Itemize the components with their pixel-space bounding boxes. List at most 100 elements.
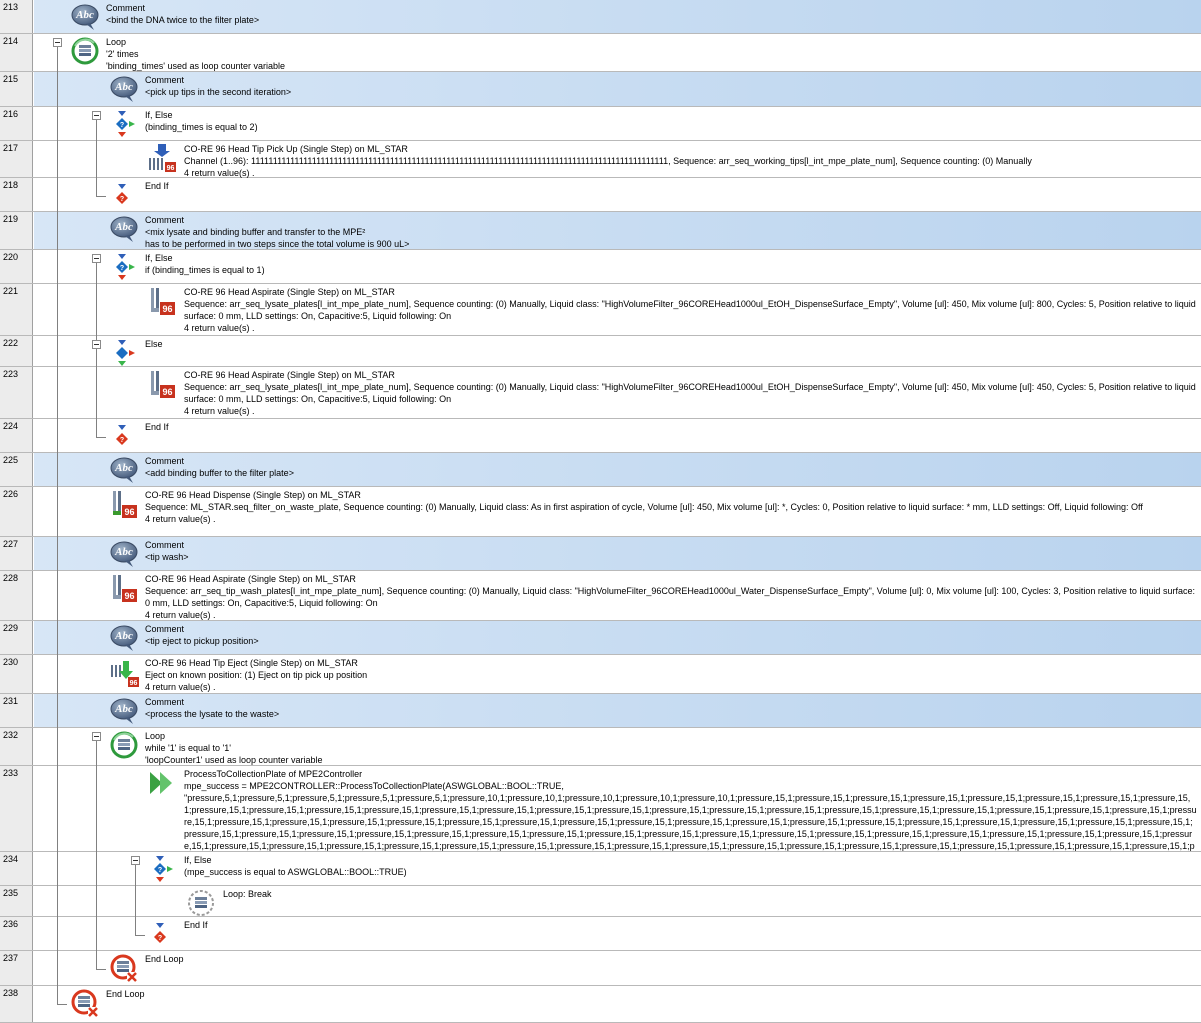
step-content[interactable]: ? If, Else if (binding_times is equal to … [34,250,1201,283]
step-content[interactable]: 96 CO-RE 96 Head Dispense (Single Step) o… [34,487,1201,536]
step-row-222[interactable]: 222 Else [0,336,1201,367]
line-number: 219 [0,212,33,249]
step-row-235[interactable]: 235 Loop: Break [0,886,1201,917]
step-row-229[interactable]: 229 Abc Comment <tip eject to pickup posi… [0,621,1201,655]
step-row-213[interactable]: 213 Abc Comment <bind the DNA twice to th… [0,0,1201,34]
step-row-227[interactable]: 227 Abc Comment <tip wash> [0,537,1201,571]
step-content[interactable]: Abc Comment <tip eject to pickup position… [34,621,1201,654]
step-text: CO-RE 96 Head Aspirate (Single Step) on … [184,369,1197,417]
step-row-232[interactable]: 232 Loop while '1' is equal to '1' 'loopCo… [0,728,1201,766]
step-text: If, Else (mpe_success is equal to ASWGLOB… [184,854,1197,878]
step-content[interactable]: Abc Comment <bind the DNA twice to the fi… [34,0,1201,33]
step-text: If, Else if (binding_times is equal to 1) [145,252,1197,276]
end-loop-icon [70,988,100,1018]
svg-text:?: ? [120,122,124,129]
step-content[interactable]: End Loop [34,986,1201,1022]
core96-aspirate-icon: 96 [109,573,139,603]
end-loop-icon [109,953,139,983]
step-row-219[interactable]: 219 Abc Comment <mix lysate and binding b… [0,212,1201,250]
step-detail: 4 return value(s) . [145,682,216,692]
line-number: 213 [0,0,33,33]
step-row-216[interactable]: 216 ? If, Else (binding_times is equal to… [0,107,1201,141]
line-number: 218 [0,178,33,211]
step-title: Comment [145,456,185,466]
step-content[interactable]: Abc Comment <process the lysate to the wa… [34,694,1201,727]
step-row-224[interactable]: 224 ? End If [0,419,1201,453]
step-content[interactable]: ProcessToCollectionPlate of MPE2Controll… [34,766,1201,863]
step-content[interactable]: 96 CO-RE 96 Head Aspirate (Single Step) o… [34,367,1201,418]
step-row-225[interactable]: 225 Abc Comment <add binding buffer to th… [0,453,1201,487]
line-number: 220 [0,250,33,283]
step-content[interactable]: Abc Comment <add binding buffer to the fi… [34,453,1201,486]
step-row-231[interactable]: 231 Abc Comment <process the lysate to th… [0,694,1201,728]
collapse-toggle[interactable] [131,856,140,865]
step-text: Comment <process the lysate to the waste> [145,696,1197,720]
line-number: 233 [0,766,33,851]
step-row-223[interactable]: 223 96 CO-RE 96 Head Aspirate (Single Ste… [0,367,1201,419]
step-row-228[interactable]: 228 96 CO-RE 96 Head Aspirate (Single Ste… [0,571,1201,621]
step-row-218[interactable]: 218 ? End If [0,178,1201,212]
step-content[interactable]: 96 CO-RE 96 Head Tip Pick Up (Single Step… [34,141,1201,178]
step-row-230[interactable]: 230 96 CO-RE 96 Head Tip Eject (Single St… [0,655,1201,694]
step-content[interactable]: Abc Comment <mix lysate and binding buffe… [34,212,1201,249]
loop-break-icon [186,888,216,918]
step-content[interactable]: ? End If [34,178,1201,211]
step-content[interactable]: 96 CO-RE 96 Head Aspirate (Single Step) o… [34,571,1201,620]
step-row-236[interactable]: 236 ? End If [0,917,1201,951]
step-content[interactable]: Loop: Break [34,886,1201,916]
step-row-233[interactable]: 233 ProcessToCollectionPlate of MPE2Cont… [0,766,1201,863]
svg-text:?: ? [120,196,124,203]
step-title: Loop [145,731,166,741]
step-detail: Sequence: arr_seq_lysate_plates[l_int_mp… [184,382,1196,404]
comment-abc-icon: Abc [109,214,139,244]
step-text: CO-RE 96 Head Aspirate (Single Step) on … [145,573,1197,621]
tree-line-horizontal [135,935,145,936]
collapse-toggle[interactable] [53,38,62,47]
collapse-toggle[interactable] [92,732,101,741]
step-row-238[interactable]: 238 End Loop [0,986,1201,1023]
step-text: CO-RE 96 Head Dispense (Single Step) on … [145,489,1197,525]
step-content[interactable]: Else [34,336,1201,366]
svg-text:Abc: Abc [114,703,133,715]
step-content[interactable]: ? End If [34,917,1201,950]
step-content[interactable]: 96 CO-RE 96 Head Aspirate (Single Step) o… [34,284,1201,335]
step-content[interactable]: Loop '2' times 'binding_times' used as loo… [34,34,1201,71]
svg-text:?: ? [120,437,124,444]
step-row-217[interactable]: 217 96 CO-RE 96 Head Tip Pick Up (Single … [0,141,1201,178]
step-detail: <add binding buffer to the filter plate> [145,468,294,478]
collapse-toggle[interactable] [92,340,101,349]
step-row-226[interactable]: 226 96 CO-RE 96 Head Dispense (Single Ste… [0,487,1201,537]
step-detail: 'binding_times' used as loop counter var… [106,61,286,71]
step-title: CO-RE 96 Head Tip Eject (Single Step) on… [145,658,358,668]
step-title: Comment [145,215,185,225]
line-number: 236 [0,917,33,950]
step-title: Comment [145,75,185,85]
step-title: End If [184,920,208,930]
step-row-214[interactable]: 214 Loop '2' times 'binding_times' used as… [0,34,1201,72]
step-content[interactable]: Abc Comment <tip wash> [34,537,1201,570]
step-content[interactable]: Abc Comment <pick up tips in the second i… [34,72,1201,106]
step-row-221[interactable]: 221 96 CO-RE 96 Head Aspirate (Single Ste… [0,284,1201,336]
tree-line-horizontal [96,969,106,970]
step-row-220[interactable]: 220 ? If, Else if (binding_times is equal… [0,250,1201,284]
step-content[interactable]: 96 CO-RE 96 Head Tip Eject (Single Step) … [34,655,1201,693]
step-title: If, Else [184,855,212,865]
collapse-toggle[interactable] [92,254,101,263]
collapse-toggle[interactable] [92,111,101,120]
step-row-215[interactable]: 215 Abc Comment <pick up tips in the seco… [0,72,1201,107]
line-number: 217 [0,141,33,177]
step-detail: 4 return value(s) . [145,514,216,524]
step-text: End If [184,919,1197,931]
step-content[interactable]: ? If, Else (binding_times is equal to 2) [34,107,1201,140]
step-title: If, Else [145,110,173,120]
library-function-icon [147,768,177,798]
step-text: If, Else (binding_times is equal to 2) [145,109,1197,133]
step-row-237[interactable]: 237 End Loop [0,951,1201,986]
step-content[interactable]: ? If, Else (mpe_success is equal to ASWGL… [34,852,1201,885]
step-content[interactable]: ? End If [34,419,1201,452]
line-number: 232 [0,728,33,765]
step-content[interactable]: Loop while '1' is equal to '1' 'loopCounte… [34,728,1201,765]
step-content[interactable]: End Loop [34,951,1201,985]
step-row-234[interactable]: 234 ? If, Else (mpe_success is equal to A… [0,852,1201,886]
step-text: End If [145,421,1197,433]
